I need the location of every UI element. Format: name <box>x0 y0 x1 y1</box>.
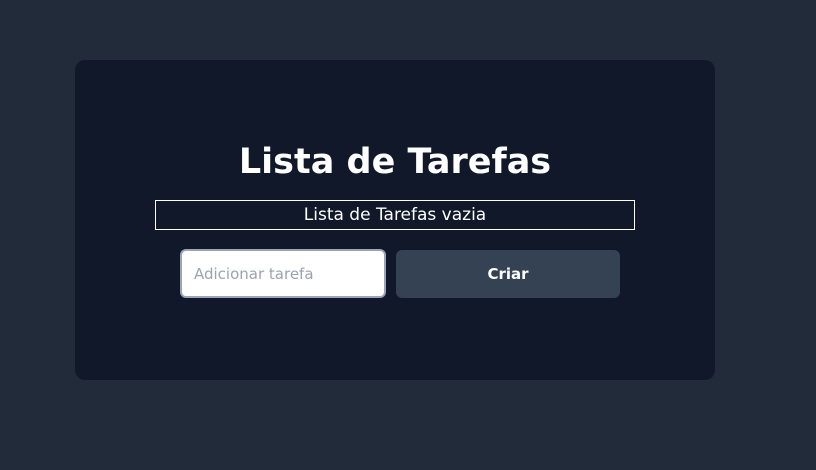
page-title: Lista de Tarefas <box>238 142 552 182</box>
todo-card: Lista de Tarefas Lista de Tarefas vazia … <box>75 60 715 380</box>
empty-list-message: Lista de Tarefas vazia <box>155 200 635 230</box>
add-task-input[interactable] <box>180 249 386 298</box>
create-task-button[interactable]: Criar <box>396 250 620 298</box>
